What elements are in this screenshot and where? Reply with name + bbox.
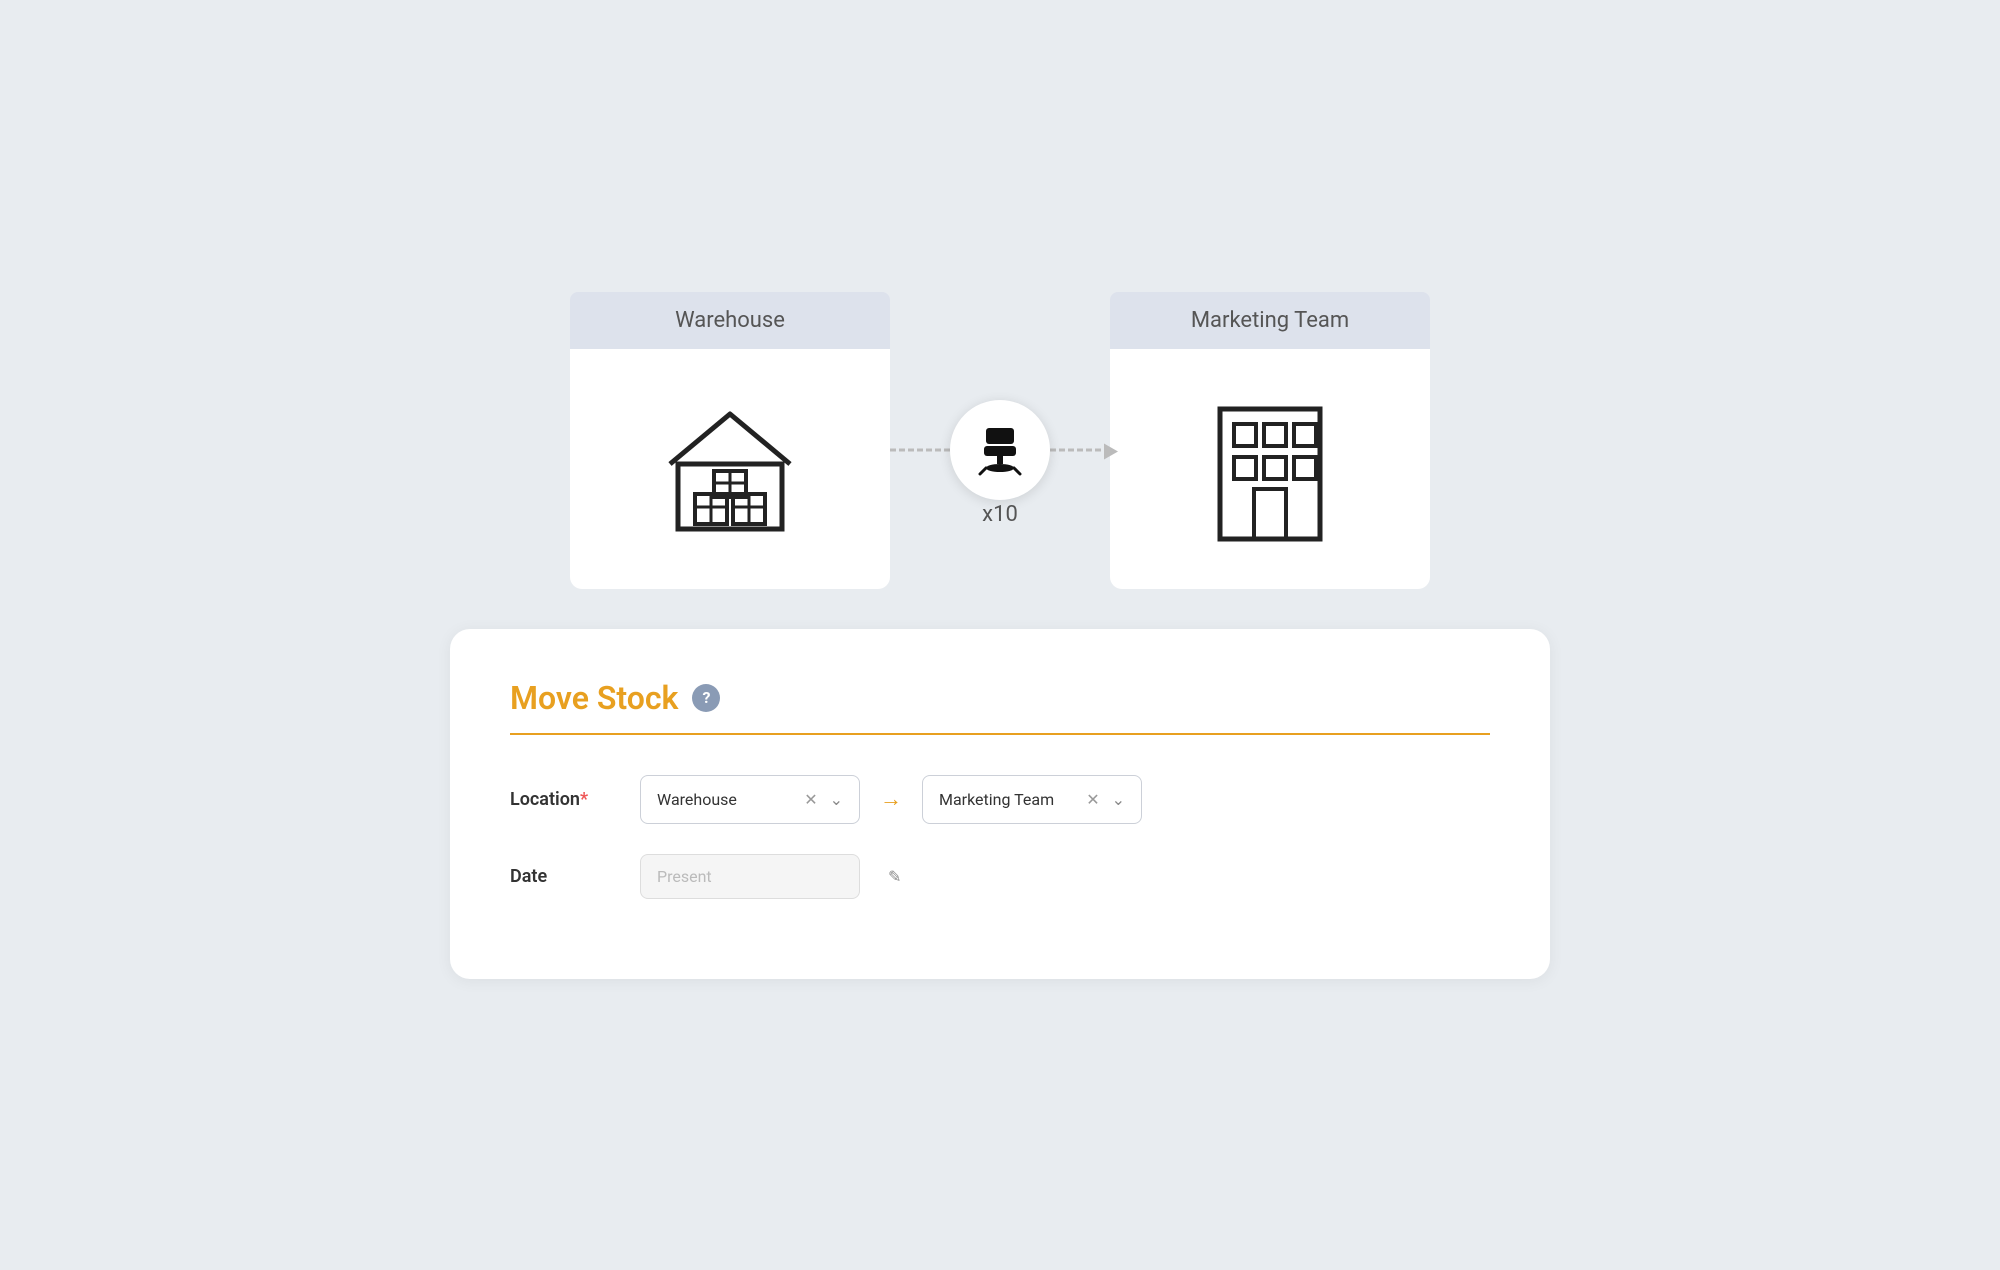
- destination-location-body: [1110, 349, 1430, 589]
- chair-circle: [950, 400, 1050, 500]
- required-star: *: [580, 789, 588, 810]
- building-icon: [1200, 389, 1340, 549]
- source-clear-icon[interactable]: ✕: [800, 788, 821, 811]
- source-location-label: Warehouse: [675, 308, 785, 333]
- help-icon-label: ?: [702, 688, 710, 707]
- chair-icon: [974, 424, 1026, 476]
- arrow-right: [1104, 443, 1118, 459]
- destination-location-header: Marketing Team: [1110, 292, 1430, 349]
- location-label: Location*: [510, 789, 620, 810]
- source-location-body: [570, 349, 890, 589]
- transfer-arrow-row: [890, 410, 1110, 490]
- warehouse-icon: [650, 389, 810, 549]
- source-location-block: Warehouse: [570, 292, 890, 589]
- form-title: Move Stock: [510, 679, 678, 717]
- source-chevron-icon[interactable]: ⌄: [830, 790, 843, 809]
- transfer-section: x10: [890, 410, 1110, 527]
- quantity-label: x10: [982, 502, 1018, 527]
- destination-select[interactable]: Marketing Team ✕ ⌄: [922, 775, 1142, 824]
- destination-chevron-icon[interactable]: ⌄: [1112, 790, 1125, 809]
- location-form-row: Location* Warehouse ✕ ⌄ → Marketing Team…: [510, 775, 1490, 824]
- help-icon[interactable]: ?: [692, 684, 720, 712]
- date-select[interactable]: Present: [640, 854, 860, 899]
- form-title-row: Move Stock ?: [510, 679, 1490, 717]
- source-select[interactable]: Warehouse ✕ ⌄: [640, 775, 860, 824]
- destination-location-block: Marketing Team: [1110, 292, 1430, 589]
- location-arrow: →: [880, 786, 902, 812]
- source-select-value: Warehouse: [657, 790, 792, 809]
- form-divider: [510, 733, 1490, 735]
- destination-clear-icon[interactable]: ✕: [1082, 788, 1103, 811]
- destination-select-value: Marketing Team: [939, 790, 1074, 809]
- dashed-line-right: [1050, 448, 1110, 451]
- diagram-section: Warehouse: [450, 292, 1550, 589]
- page-container: Warehouse: [450, 292, 1550, 979]
- date-label: Date: [510, 866, 620, 887]
- date-form-row: Date Present ✎: [510, 854, 1490, 899]
- edit-icon[interactable]: ✎: [888, 867, 901, 886]
- date-placeholder: Present: [657, 867, 843, 886]
- destination-location-label: Marketing Team: [1191, 308, 1349, 333]
- dashed-line-left: [890, 448, 950, 451]
- source-location-header: Warehouse: [570, 292, 890, 349]
- form-section: Move Stock ? Location* Warehouse ✕ ⌄ → M…: [450, 629, 1550, 979]
